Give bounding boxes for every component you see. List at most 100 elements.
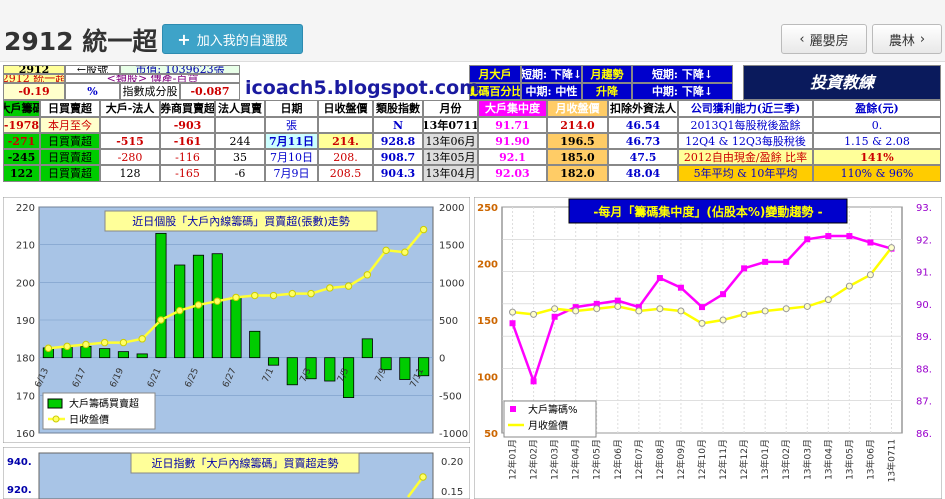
price-point: [194, 301, 203, 309]
column-header: 類股指數: [373, 100, 423, 117]
y-left-tick: 920.: [7, 485, 32, 496]
daily-flow-chart: 160 170 180 190 200 210 220 -1000 -500 0 500 1000 15…: [3, 197, 470, 443]
table-cell: 13年04月: [423, 165, 478, 182]
concentration-point: [804, 236, 811, 243]
table-cell: 128: [100, 165, 160, 182]
monthly-price-point: [593, 305, 601, 313]
previous-stock-button[interactable]: ‹ 麗嬰房: [781, 24, 867, 54]
y-left-tick: 200: [477, 260, 498, 271]
price-point: [119, 338, 128, 347]
legend-label: 大戶籌碼%: [528, 403, 578, 416]
next-stock-button[interactable]: 農林 ›: [872, 24, 942, 54]
table-cell: -6: [215, 165, 265, 182]
bar: [399, 357, 411, 380]
table-cell: 208.: [318, 149, 373, 165]
y-right-tick: 91.: [916, 268, 932, 279]
table-cell: 47.5: [608, 149, 678, 165]
table-cell: -280: [100, 149, 160, 165]
concentration-point: [762, 258, 769, 265]
table-cell: -1978: [3, 117, 40, 133]
y-right-tick: 0: [439, 354, 445, 365]
table-cell: 5年平均 & 10年平均: [678, 165, 813, 182]
price-point: [326, 284, 334, 292]
table-cell: 2012自由現金/盈餘 比率: [678, 149, 813, 165]
y-left-tick: 100: [477, 373, 498, 384]
table-cell: 208.5: [318, 165, 373, 182]
table-cell: 122: [3, 165, 40, 182]
table-cell: 244: [215, 133, 265, 149]
concentration-point: [699, 304, 705, 311]
index-component-cell: 指數成分股: [120, 83, 180, 100]
price-point: [251, 291, 259, 300]
index-flow-chart: 940. 920. 0.20 0.15 近日指數「大戶內線籌碼」買賣超走勢: [3, 447, 470, 499]
table-cell: 12Q4 & 12Q3每股稅後: [678, 133, 813, 149]
y-right-tick: 0.15: [441, 487, 463, 498]
concentration-point: [656, 275, 663, 282]
monthly-price-point: [719, 316, 727, 324]
price-point: [419, 225, 428, 234]
y-right-tick: 86.: [916, 429, 932, 440]
x-tick: 13年0711: [885, 439, 897, 482]
index-impact-cell: -0.087: [180, 83, 240, 100]
price-point: [269, 291, 278, 300]
monthly-trend-header: 月趨勢: [582, 65, 632, 83]
table-cell: 13年06月: [423, 133, 478, 149]
legend-label: 日收盤價: [69, 413, 109, 426]
table-cell: 13年05月: [423, 149, 478, 165]
price-point: [100, 338, 109, 347]
blog-url-link[interactable]: icoach5.blogspot.com: [245, 77, 479, 99]
table-cell: 35: [215, 149, 265, 165]
y-left-tick: 250: [477, 203, 498, 214]
x-tick: 12年09月: [675, 439, 687, 480]
bar: [155, 232, 167, 359]
column-header: 月份: [423, 100, 478, 117]
index-point: [419, 473, 427, 481]
column-header: 大戶籌碼: [3, 100, 40, 117]
table-cell: 1.15 & 2.08: [813, 133, 941, 149]
concentration-point: [825, 233, 832, 240]
price-point: [401, 248, 409, 256]
monthly-price-point: [761, 307, 769, 315]
table-cell: 182.0: [547, 165, 608, 182]
x-tick: 12年01月: [507, 439, 519, 480]
table-cell: 張: [265, 117, 318, 133]
monthly-price-point: [824, 296, 832, 304]
monthly-price-point: [887, 244, 895, 252]
add-watchlist-button[interactable]: + 加入我的自選股: [162, 24, 303, 54]
concentration-point: [530, 378, 537, 385]
concentration-point: [551, 313, 558, 320]
x-tick: 12年07月: [633, 439, 645, 480]
table-cell: 13年0711: [423, 117, 478, 133]
y-right-tick: 90.: [916, 300, 932, 311]
table-cell: -245: [3, 149, 40, 165]
column-header: 月收盤價: [547, 100, 608, 117]
table-cell: 91.90: [478, 133, 547, 149]
trend-change-header: 升降: [582, 83, 632, 100]
table-cell: 214.0: [547, 117, 608, 133]
y-right-tick: 93.: [916, 203, 932, 214]
table-cell: 141%: [813, 149, 941, 165]
change-cell: -0.19: [3, 83, 65, 100]
percent-cell: %: [65, 83, 120, 100]
table-cell: 日買賣超: [40, 133, 100, 149]
price-point: [307, 289, 315, 298]
chevron-left-icon: ‹: [799, 31, 805, 47]
y-left-tick: 160: [16, 429, 35, 440]
price-short-term-cell: 短期: 下降↓: [632, 65, 733, 83]
price-point: [382, 246, 390, 255]
y-right-tick: 1500: [439, 241, 464, 252]
x-tick: 12年04月: [570, 439, 582, 480]
legend-marker: [52, 415, 60, 423]
table-cell: 92.1: [478, 149, 547, 165]
bar: [267, 357, 280, 366]
y-right-tick: 92.: [916, 235, 932, 246]
bar: [324, 357, 336, 382]
monthly-price-point: [635, 307, 643, 315]
table-cell: 185.0: [547, 149, 608, 165]
table-cell: 日買賣超: [40, 165, 100, 182]
column-header: 公司獲利能力(近三季): [678, 100, 813, 117]
monthly-concentration-chart: 86. 87. 88. 89. 90. 91. 92. 93. 50 100 150 200 250 12…: [474, 197, 942, 499]
monthly-price-point: [782, 305, 790, 313]
price-mid-term-cell: 中期: 下降↓: [632, 83, 733, 100]
y-right-tick: 500: [439, 316, 458, 327]
